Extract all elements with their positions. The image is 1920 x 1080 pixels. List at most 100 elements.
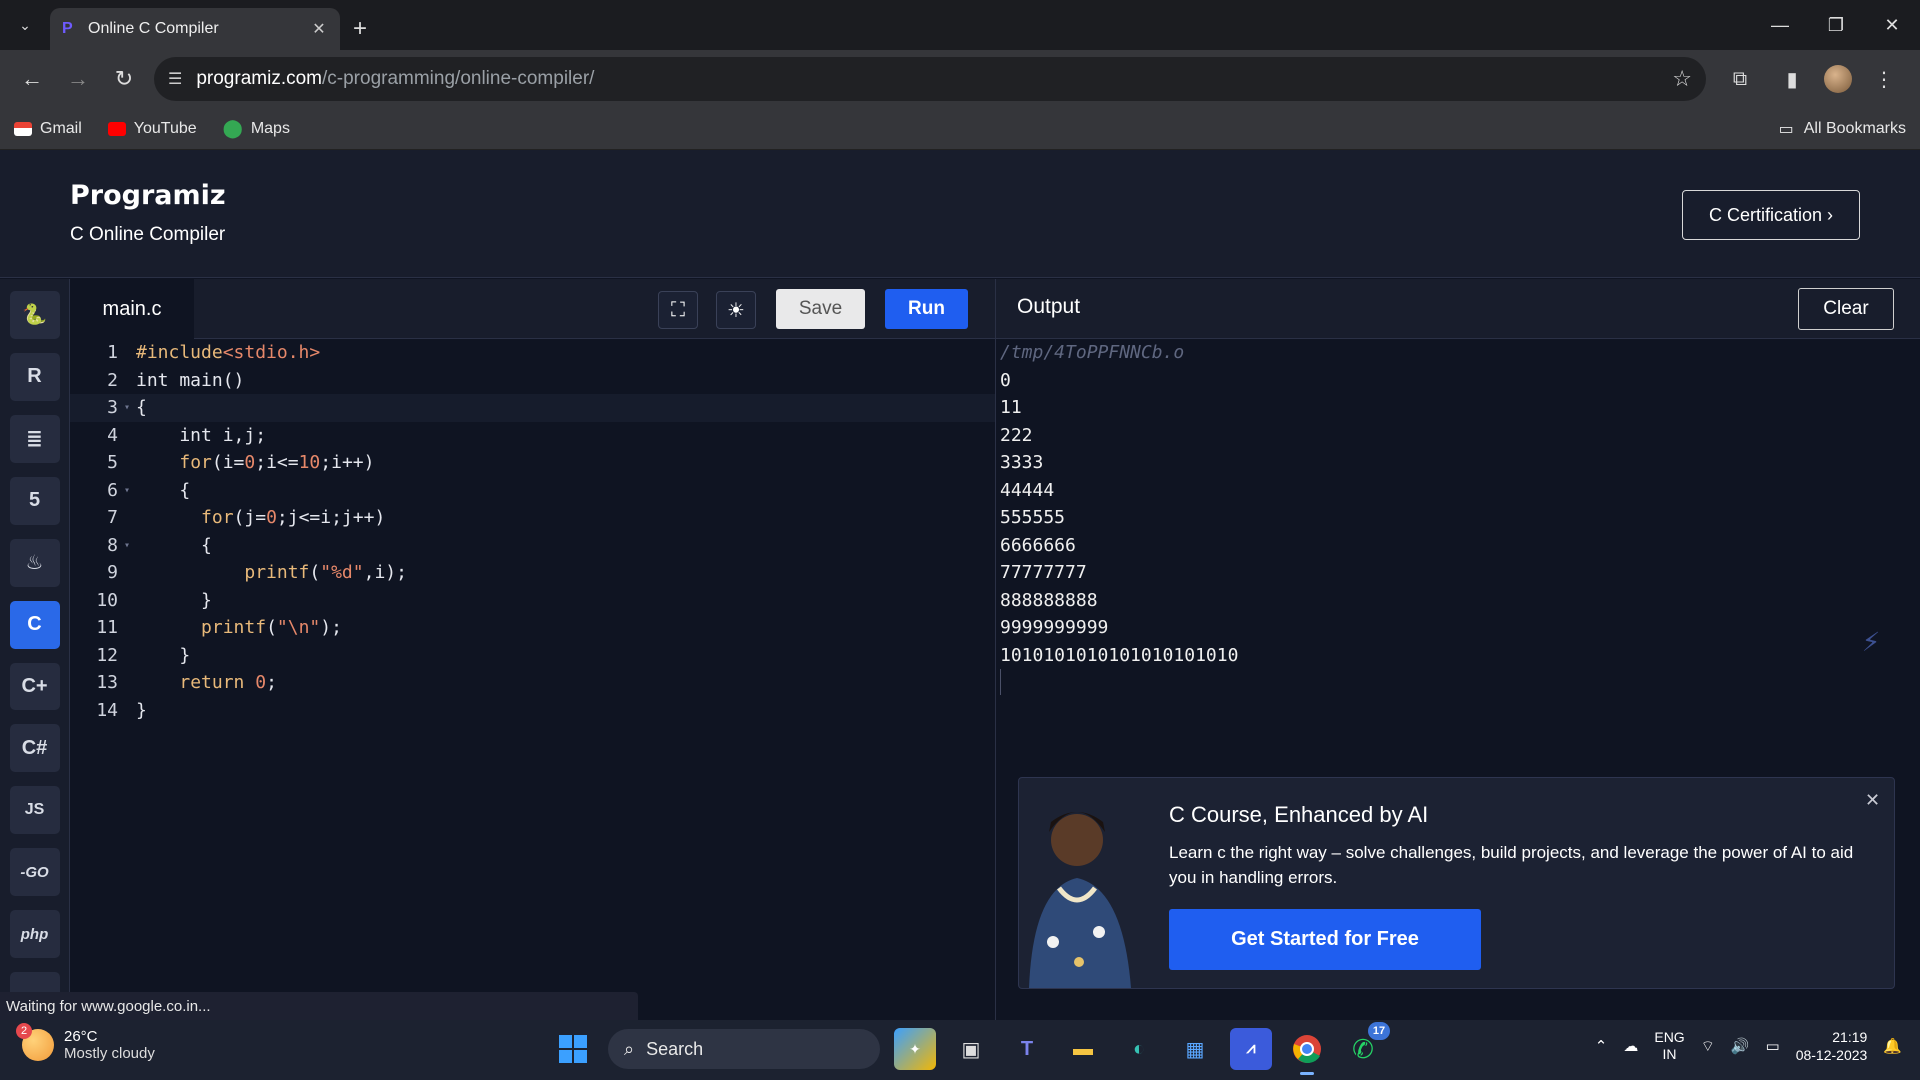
teams-icon[interactable]: T	[1006, 1028, 1048, 1070]
file-explorer-icon[interactable]: ▬	[1062, 1028, 1104, 1070]
side-panel-icon[interactable]: ▮	[1772, 59, 1812, 99]
bookmarks-bar: Gmail YouTube ⬤ Maps ▭ All Bookmarks	[0, 108, 1920, 150]
bookmark-maps[interactable]: ⬤ Maps	[223, 118, 290, 139]
go-icon[interactable]: -GO	[9, 848, 60, 897]
instructor-image	[1019, 792, 1139, 988]
output-line: 6666666	[1000, 534, 1076, 556]
output-line: 555555	[1000, 507, 1066, 529]
programiz-logo[interactable]: Programiz	[70, 180, 226, 211]
code-text-12: }	[136, 644, 191, 666]
reload-icon[interactable]: ↻	[104, 59, 144, 99]
wifi-icon[interactable]: ⌔	[1701, 1037, 1715, 1056]
new-tab-icon[interactable]: +	[340, 8, 380, 50]
profile-avatar[interactable]	[1824, 65, 1852, 93]
code-text-5: for(i=0;i<=10;i++)	[179, 452, 375, 474]
bookmark-star-icon[interactable]: ☆	[1672, 66, 1692, 92]
code-text-2: int main()	[136, 369, 245, 391]
start-button[interactable]	[552, 1028, 594, 1070]
close-tab-icon[interactable]: ✕	[310, 19, 328, 39]
store-icon[interactable]: ▦	[1174, 1028, 1216, 1070]
browser-menu-icon[interactable]: ⋮	[1864, 59, 1904, 99]
minimize-icon[interactable]: —	[1752, 0, 1808, 50]
php-icon[interactable]: php	[9, 910, 60, 959]
ai-assist-icon[interactable]: ⚡	[1862, 624, 1892, 659]
browser-status-text: Waiting for www.google.co.in...	[0, 992, 638, 1020]
taskbar-search[interactable]: ⌕ Search	[608, 1029, 880, 1069]
close-promo-icon[interactable]: ✕	[1865, 790, 1880, 811]
language-sidebar: 🐍 R ≣ 5 ♨ C C+ C# JS -GO php »	[0, 279, 70, 1021]
back-icon[interactable]: ←	[12, 59, 52, 99]
bookmark-youtube[interactable]: YouTube	[107, 119, 197, 138]
clock[interactable]: 21:19 08-12-2023	[1796, 1028, 1868, 1064]
volume-icon[interactable]: 🔊	[1731, 1037, 1750, 1055]
extensions-icon[interactable]: ⧉	[1720, 59, 1760, 99]
onedrive-icon[interactable]: ☁	[1623, 1037, 1638, 1055]
save-button[interactable]: Save	[776, 289, 865, 329]
output-title: Output	[1017, 295, 1081, 318]
notification-bell-icon[interactable]: 🔔	[1883, 1037, 1902, 1055]
url-path: /c-programming/online-compiler/	[322, 68, 595, 89]
code-line: 9 printf("%d",i);	[107, 562, 407, 584]
code-line: 2 int main()	[107, 369, 245, 391]
weather-desc: Mostly cloudy	[64, 1045, 155, 1062]
clear-button[interactable]: Clear	[1798, 288, 1894, 330]
chevron-up-icon[interactable]: ⌃	[1595, 1037, 1608, 1055]
browser-tab[interactable]: P Online C Compiler ✕	[50, 8, 340, 50]
battery-icon[interactable]: ▭	[1766, 1037, 1780, 1055]
close-window-icon[interactable]: ✕	[1864, 0, 1920, 50]
get-started-button[interactable]: Get Started for Free	[1169, 909, 1481, 970]
chrome-icon[interactable]	[1286, 1028, 1328, 1075]
bookmark-label: Gmail	[40, 119, 82, 137]
site-info-icon[interactable]: ☰	[168, 69, 182, 89]
bookmark-gmail[interactable]: Gmail	[14, 120, 82, 138]
sql-icon[interactable]: ≣	[9, 414, 60, 463]
csharp-icon[interactable]: C#	[9, 724, 60, 773]
course-promo-banner: C Course, Enhanced by AI Learn c the rig…	[1018, 777, 1895, 989]
maps-pin-icon: ⬤	[222, 118, 243, 138]
python-icon[interactable]: 🐍	[9, 291, 60, 339]
all-bookmarks[interactable]: ▭ All Bookmarks	[1779, 119, 1906, 139]
code-line: 7 for(j=0;j<=i;j++)	[107, 507, 386, 529]
whatsapp-badge: 17	[1368, 1022, 1390, 1040]
promo-title: C Course, Enhanced by AI	[1169, 802, 1429, 827]
vscode-like-icon[interactable]: ⩘	[1230, 1028, 1272, 1070]
code-line: 5 for(i=0;i<=10;i++)	[107, 452, 375, 474]
code-text-13: return 0;	[179, 672, 277, 694]
task-view-icon[interactable]: ▣	[950, 1028, 992, 1070]
tab-search-icon[interactable]: ⌄	[0, 0, 50, 50]
code-editor[interactable]: 1 #include<stdio.h> 2 int main() 3 ▾{ 4 int…	[70, 339, 995, 1020]
restore-icon[interactable]: ❐	[1808, 0, 1864, 50]
bookmark-label: YouTube	[133, 119, 197, 137]
code-text-10: }	[136, 589, 212, 611]
address-bar[interactable]: ☰ programiz.com/c-programming/online-com…	[154, 57, 1706, 101]
windows-taskbar: 2 26°C Mostly cloudy ⌕ Search ✦ ▣ T ▬ ◐ ▦…	[0, 1020, 1920, 1080]
c-icon[interactable]: C	[9, 600, 60, 649]
weather-badge: 2	[16, 1023, 32, 1039]
edge-icon[interactable]: ◐	[1118, 1028, 1160, 1070]
promo-text: Learn c the right way – solve challenges…	[1169, 843, 1854, 887]
output-line: 44444	[1000, 479, 1055, 501]
search-label: Search	[646, 1038, 704, 1059]
input-language[interactable]: ENG IN	[1654, 1029, 1684, 1063]
weather-icon: 2	[16, 1023, 54, 1061]
lang-line-1: ENG	[1654, 1029, 1685, 1045]
weather-widget[interactable]: 2 26°C Mostly cloudy	[16, 1023, 155, 1062]
fullscreen-icon[interactable]: ⛶	[658, 291, 698, 329]
file-tab-main-c[interactable]: main.c	[70, 279, 194, 339]
output-line: 0	[1000, 369, 1011, 391]
forward-icon[interactable]: →	[58, 59, 98, 99]
copilot-icon[interactable]: ✦	[894, 1028, 936, 1070]
cpp-icon[interactable]: C+	[9, 662, 60, 711]
browser-tab-strip: ⌄ P Online C Compiler ✕ + — ❐ ✕	[0, 0, 1920, 50]
html5-icon[interactable]: 5	[9, 476, 60, 525]
java-icon[interactable]: ♨	[9, 538, 60, 587]
run-button[interactable]: Run	[885, 289, 968, 329]
whatsapp-icon[interactable]: ✆ 17	[1342, 1022, 1390, 1070]
output-line: 11	[1000, 397, 1022, 419]
theme-toggle-icon[interactable]: ☀	[716, 291, 756, 329]
js-icon[interactable]: JS	[9, 786, 60, 835]
c-certification-button[interactable]: C Certification ›	[1682, 190, 1860, 240]
r-icon[interactable]: R	[9, 352, 60, 401]
editor-toolbar: main.c ⛶ ☀ Save Run	[70, 279, 995, 339]
code-text-3: {	[136, 397, 147, 419]
